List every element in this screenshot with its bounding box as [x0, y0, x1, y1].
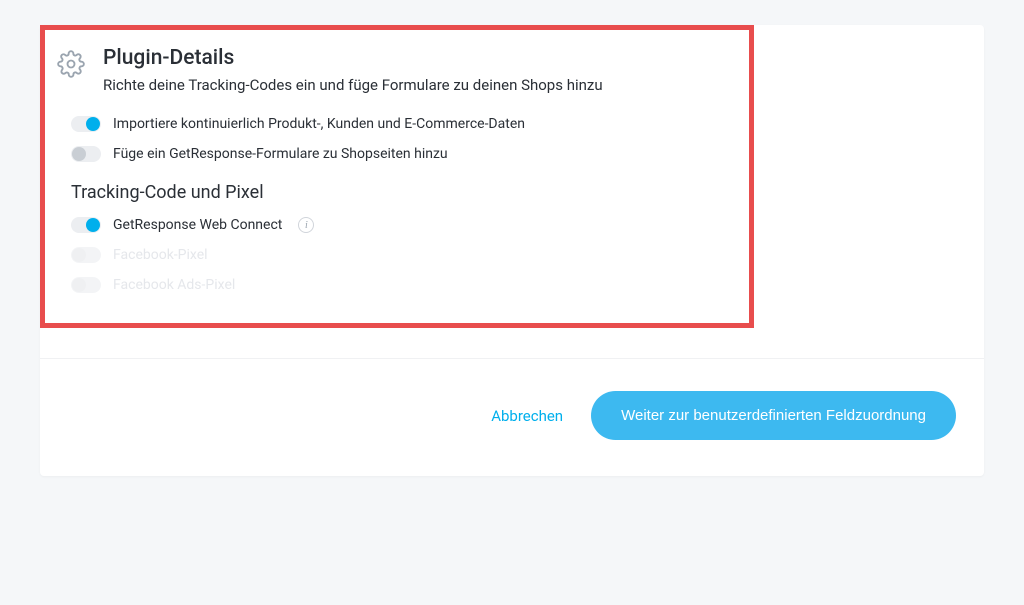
- toggle-webconnect-row: GetResponse Web Connect i: [71, 217, 733, 233]
- header-text: Plugin-Details Richte deine Tracking-Cod…: [103, 46, 603, 94]
- cancel-button[interactable]: Abbrechen: [491, 407, 563, 425]
- toggle-import-row: Importiere kontinuierlich Produkt-, Kund…: [71, 116, 733, 132]
- toggle-fbads-label: Facebook Ads-Pixel: [113, 277, 235, 293]
- toggle-import-label: Importiere kontinuierlich Produkt-, Kund…: [113, 116, 525, 132]
- gear-icon: [57, 50, 85, 82]
- toggle-fbpixel-label: Facebook-Pixel: [113, 247, 208, 263]
- toggle-fbpixel: [71, 247, 101, 263]
- toggle-forms-label: Füge ein GetResponse-Formulare zu Shopse…: [113, 146, 448, 162]
- toggle-webconnect[interactable]: [71, 217, 101, 233]
- page-subtitle: Richte deine Tracking-Codes ein und füge…: [103, 76, 603, 94]
- toggle-import[interactable]: [71, 116, 101, 132]
- toggle-fbpixel-row: Facebook-Pixel: [71, 247, 733, 263]
- info-icon[interactable]: i: [298, 217, 314, 233]
- toggle-webconnect-label: GetResponse Web Connect: [113, 217, 282, 233]
- toggle-fbads-row: Facebook Ads-Pixel: [71, 277, 733, 293]
- page-title: Plugin-Details: [103, 46, 603, 70]
- highlight-box: Plugin-Details Richte deine Tracking-Cod…: [40, 25, 754, 328]
- toggle-forms[interactable]: [71, 146, 101, 162]
- settings-card: Plugin-Details Richte deine Tracking-Cod…: [40, 25, 984, 476]
- tracking-section-heading: Tracking-Code und Pixel: [71, 182, 733, 203]
- toggle-forms-row: Füge ein GetResponse-Formulare zu Shopse…: [71, 146, 733, 162]
- header-row: Plugin-Details Richte deine Tracking-Cod…: [57, 46, 733, 94]
- footer: Abbrechen Weiter zur benutzerdefinierten…: [40, 358, 984, 476]
- toggle-fbads: [71, 277, 101, 293]
- continue-button[interactable]: Weiter zur benutzerdefinierten Feldzuord…: [591, 391, 956, 440]
